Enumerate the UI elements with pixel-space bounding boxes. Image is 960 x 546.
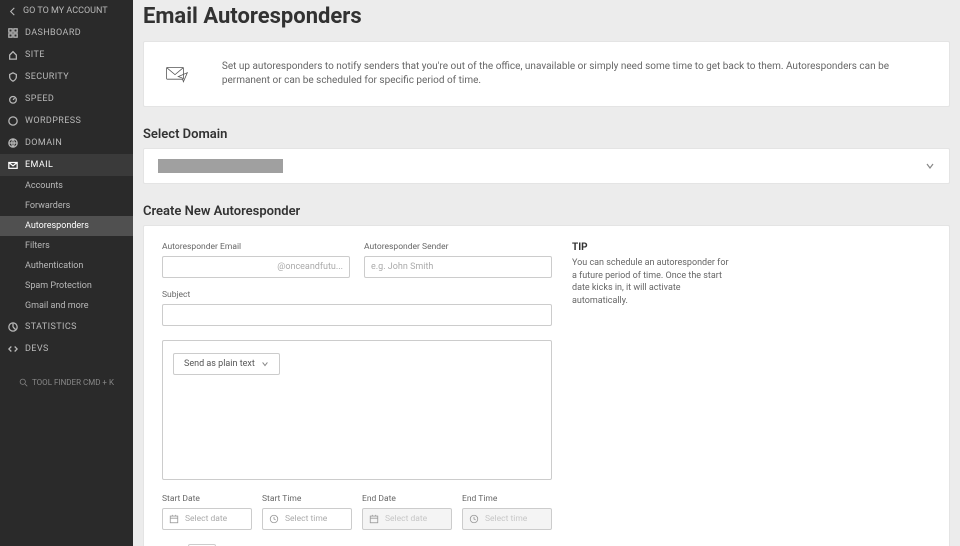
shield-icon — [8, 72, 18, 82]
autoresponder-sender-input[interactable] — [364, 256, 552, 278]
message-editor[interactable]: Send as plain text — [162, 340, 552, 480]
main-content: Email Autoresponders Set up autoresponde… — [133, 0, 960, 546]
sidebar-item-site[interactable]: SITE — [0, 44, 133, 66]
select-domain-title: Select Domain — [143, 127, 950, 142]
speed-icon — [8, 94, 18, 104]
send-as-plain-text-dropdown[interactable]: Send as plain text — [173, 353, 280, 375]
wordpress-icon — [8, 116, 18, 126]
calendar-icon — [369, 514, 379, 524]
devs-icon — [8, 344, 18, 354]
subject-label: Subject — [162, 290, 552, 300]
back-label: GO TO MY ACCOUNT — [23, 6, 108, 16]
mail-icon — [8, 160, 18, 170]
calendar-icon — [169, 514, 179, 524]
sidebar-sub-accounts[interactable]: Accounts — [0, 176, 133, 196]
end-date-label: End Date — [362, 494, 452, 504]
envelope-plane-icon — [164, 57, 190, 91]
globe-icon — [8, 138, 18, 148]
end-time-input[interactable]: Select time — [462, 508, 552, 530]
arrow-left-icon — [8, 7, 17, 16]
sidebar-sub-gmail[interactable]: Gmail and more — [0, 296, 133, 316]
autoresponder-form: Autoresponder Email Autoresponder Sender… — [143, 225, 950, 546]
go-to-account-link[interactable]: GO TO MY ACCOUNT — [0, 0, 133, 22]
end-time-label: End Time — [462, 494, 552, 504]
sidebar-item-dashboard[interactable]: DASHBOARD — [0, 22, 133, 44]
end-date-input[interactable]: Select date — [362, 508, 452, 530]
sidebar-sub-spam[interactable]: Spam Protection — [0, 276, 133, 296]
intro-card: Set up autoresponders to notify senders … — [143, 41, 950, 107]
tip-title: TIP — [572, 242, 732, 253]
sidebar-sub-authentication[interactable]: Authentication — [0, 256, 133, 276]
create-title: Create New Autoresponder — [143, 204, 950, 219]
intro-text: Set up autoresponders to notify senders … — [222, 60, 929, 88]
sidebar-item-statistics[interactable]: STATISTICS — [0, 316, 133, 338]
sender-label: Autoresponder Sender — [364, 242, 552, 252]
sidebar-sub-autoresponders[interactable]: Autoresponders — [0, 216, 133, 236]
sidebar-sub-filters[interactable]: Filters — [0, 236, 133, 256]
sidebar-sub-forwarders[interactable]: Forwarders — [0, 196, 133, 216]
sidebar-item-email[interactable]: EMAIL — [0, 154, 133, 176]
sidebar-item-security[interactable]: SECURITY — [0, 66, 133, 88]
start-time-label: Start Time — [262, 494, 352, 504]
clock-icon — [269, 514, 279, 524]
subject-input[interactable] — [162, 304, 552, 326]
clock-icon — [469, 514, 479, 524]
autoresponder-email-input[interactable] — [162, 256, 350, 278]
domain-value-masked — [158, 159, 283, 173]
sidebar-item-wordpress[interactable]: WORDPRESS — [0, 110, 133, 132]
sidebar: GO TO MY ACCOUNT DASHBOARD SITE SECURITY… — [0, 0, 133, 546]
tip-text: You can schedule an autoresponder for a … — [572, 257, 732, 307]
sidebar-item-devs[interactable]: DEVS — [0, 338, 133, 360]
chevron-down-icon — [261, 360, 269, 368]
start-time-input[interactable]: Select time — [262, 508, 352, 530]
sidebar-item-domain[interactable]: DOMAIN — [0, 132, 133, 154]
page-title: Email Autoresponders — [143, 4, 950, 29]
email-label: Autoresponder Email — [162, 242, 350, 252]
tip-panel: TIP You can schedule an autoresponder fo… — [552, 242, 732, 546]
tool-finder[interactable]: TOOL FINDER CMD + K — [0, 378, 133, 387]
start-date-input[interactable]: Select date — [162, 508, 252, 530]
sidebar-item-speed[interactable]: SPEED — [0, 88, 133, 110]
home-icon — [8, 50, 18, 60]
form-left: Autoresponder Email Autoresponder Sender… — [162, 242, 552, 546]
grid-icon — [8, 28, 18, 38]
domain-select[interactable] — [143, 148, 950, 184]
stats-icon — [8, 322, 18, 332]
search-icon — [19, 378, 28, 387]
start-date-label: Start Date — [162, 494, 252, 504]
chevron-down-icon — [925, 161, 935, 171]
